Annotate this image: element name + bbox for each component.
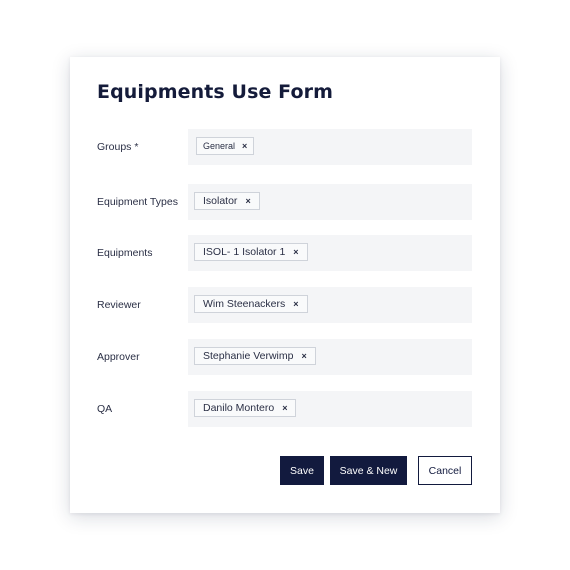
equipment-use-form-dialog: Equipments Use Form Groups * General × E… [70, 57, 500, 513]
cancel-button[interactable]: Cancel [418, 456, 472, 485]
approver-chip-remove-icon[interactable]: × [301, 351, 306, 361]
groups-chip: General × [196, 137, 255, 155]
groups-label: Groups * [97, 141, 139, 153]
approver-label: Approver [97, 351, 140, 363]
form-title: Equipments Use Form [97, 81, 334, 103]
save-and-new-button[interactable]: Save & New [330, 456, 407, 485]
groups-chip-label: General [203, 141, 236, 151]
reviewer-label: Reviewer [97, 299, 141, 311]
groups-chip-remove-icon[interactable]: × [242, 141, 247, 151]
equipments-label: Equipments [97, 247, 153, 259]
equipment-types-chip: Isolator × [194, 192, 260, 210]
qa-chip: Danilo Montero × [194, 399, 297, 417]
qa-chip-remove-icon[interactable]: × [282, 403, 287, 413]
equipment-types-chip-remove-icon[interactable]: × [245, 196, 250, 206]
qa-chip-label: Danilo Montero [203, 402, 275, 414]
equipment-types-field[interactable]: Isolator × [188, 184, 472, 220]
reviewer-chip-remove-icon[interactable]: × [293, 299, 298, 309]
reviewer-field[interactable]: Wim Steenackers × [188, 287, 472, 323]
reviewer-chip-label: Wim Steenackers [203, 298, 286, 310]
approver-field[interactable]: Stephanie Verwimp × [188, 339, 472, 375]
equipment-types-label: Equipment Types [97, 196, 178, 208]
qa-field[interactable]: Danilo Montero × [188, 391, 472, 427]
qa-row: QA Danilo Montero × [97, 391, 472, 427]
equipment-types-chip-label: Isolator [203, 195, 238, 207]
equipments-field[interactable]: ISOL- 1 Isolator 1 × [188, 235, 472, 271]
equipments-chip: ISOL- 1 Isolator 1 × [194, 243, 308, 261]
approver-chip-label: Stephanie Verwimp [203, 350, 294, 362]
equipments-chip-remove-icon[interactable]: × [293, 247, 298, 257]
approver-chip: Stephanie Verwimp × [194, 347, 316, 365]
equipments-row: Equipments ISOL- 1 Isolator 1 × [97, 235, 472, 271]
groups-field[interactable]: General × [188, 129, 472, 165]
groups-row: Groups * General × [97, 129, 472, 165]
approver-row: Approver Stephanie Verwimp × [97, 339, 472, 375]
reviewer-row: Reviewer Wim Steenackers × [97, 287, 472, 323]
save-button[interactable]: Save [280, 456, 324, 485]
qa-label: QA [97, 403, 113, 415]
equipment-types-row: Equipment Types Isolator × [97, 184, 472, 220]
reviewer-chip: Wim Steenackers × [194, 295, 308, 313]
equipments-chip-label: ISOL- 1 Isolator 1 [203, 246, 286, 258]
